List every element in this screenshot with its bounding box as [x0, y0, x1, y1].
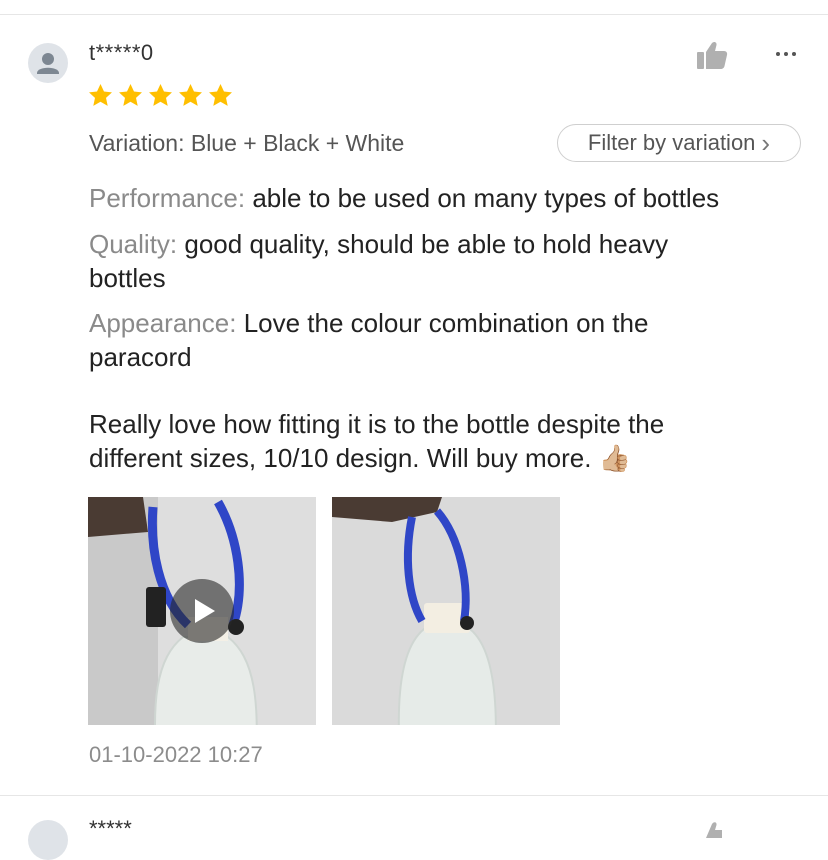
thumbs-up-icon[interactable] [696, 818, 728, 838]
play-icon[interactable] [170, 579, 234, 643]
appearance-label: Appearance: [89, 308, 237, 338]
more-dot [784, 52, 788, 56]
review-photo-thumbnail[interactable] [332, 497, 560, 725]
bottom-divider [0, 795, 828, 796]
performance-label: Performance: [89, 183, 246, 213]
star-icon [179, 84, 202, 106]
rating-stars [87, 82, 234, 109]
thumbs-up-icon[interactable] [696, 40, 728, 70]
user-avatar-icon[interactable] [28, 43, 68, 83]
star-icon [209, 84, 232, 106]
star-icon [119, 84, 142, 106]
appearance-line: Appearance: Love the colour combination … [89, 306, 729, 374]
star-icon [89, 84, 112, 106]
review-video-thumbnail[interactable] [88, 497, 316, 725]
more-dot [776, 52, 780, 56]
reviewer-username: t*****0 [89, 40, 154, 65]
quality-label: Quality: [89, 229, 178, 259]
chevron-right-icon: › [761, 127, 771, 158]
review-comment: Really love how fitting it is to the bot… [89, 409, 665, 473]
performance-text: able to be used on many types of bottles [252, 183, 720, 213]
more-options-button[interactable] [776, 52, 796, 56]
star-icon [149, 84, 172, 106]
review-timestamp: 01-10-2022 10:27 [89, 742, 263, 767]
filter-by-variation-button[interactable]: Filter by variation › [557, 124, 801, 162]
filter-button-label: Filter by variation [587, 130, 756, 155]
quality-line: Quality: good quality, should be able to… [89, 227, 749, 295]
variation-text: Variation: Blue + Black + White [89, 130, 405, 156]
performance-line: Performance: able to be used on many typ… [89, 181, 809, 215]
user-avatar-icon[interactable] [28, 820, 68, 860]
more-dot [792, 52, 796, 56]
top-divider [0, 14, 828, 15]
next-reviewer-username: ***** [89, 816, 132, 841]
